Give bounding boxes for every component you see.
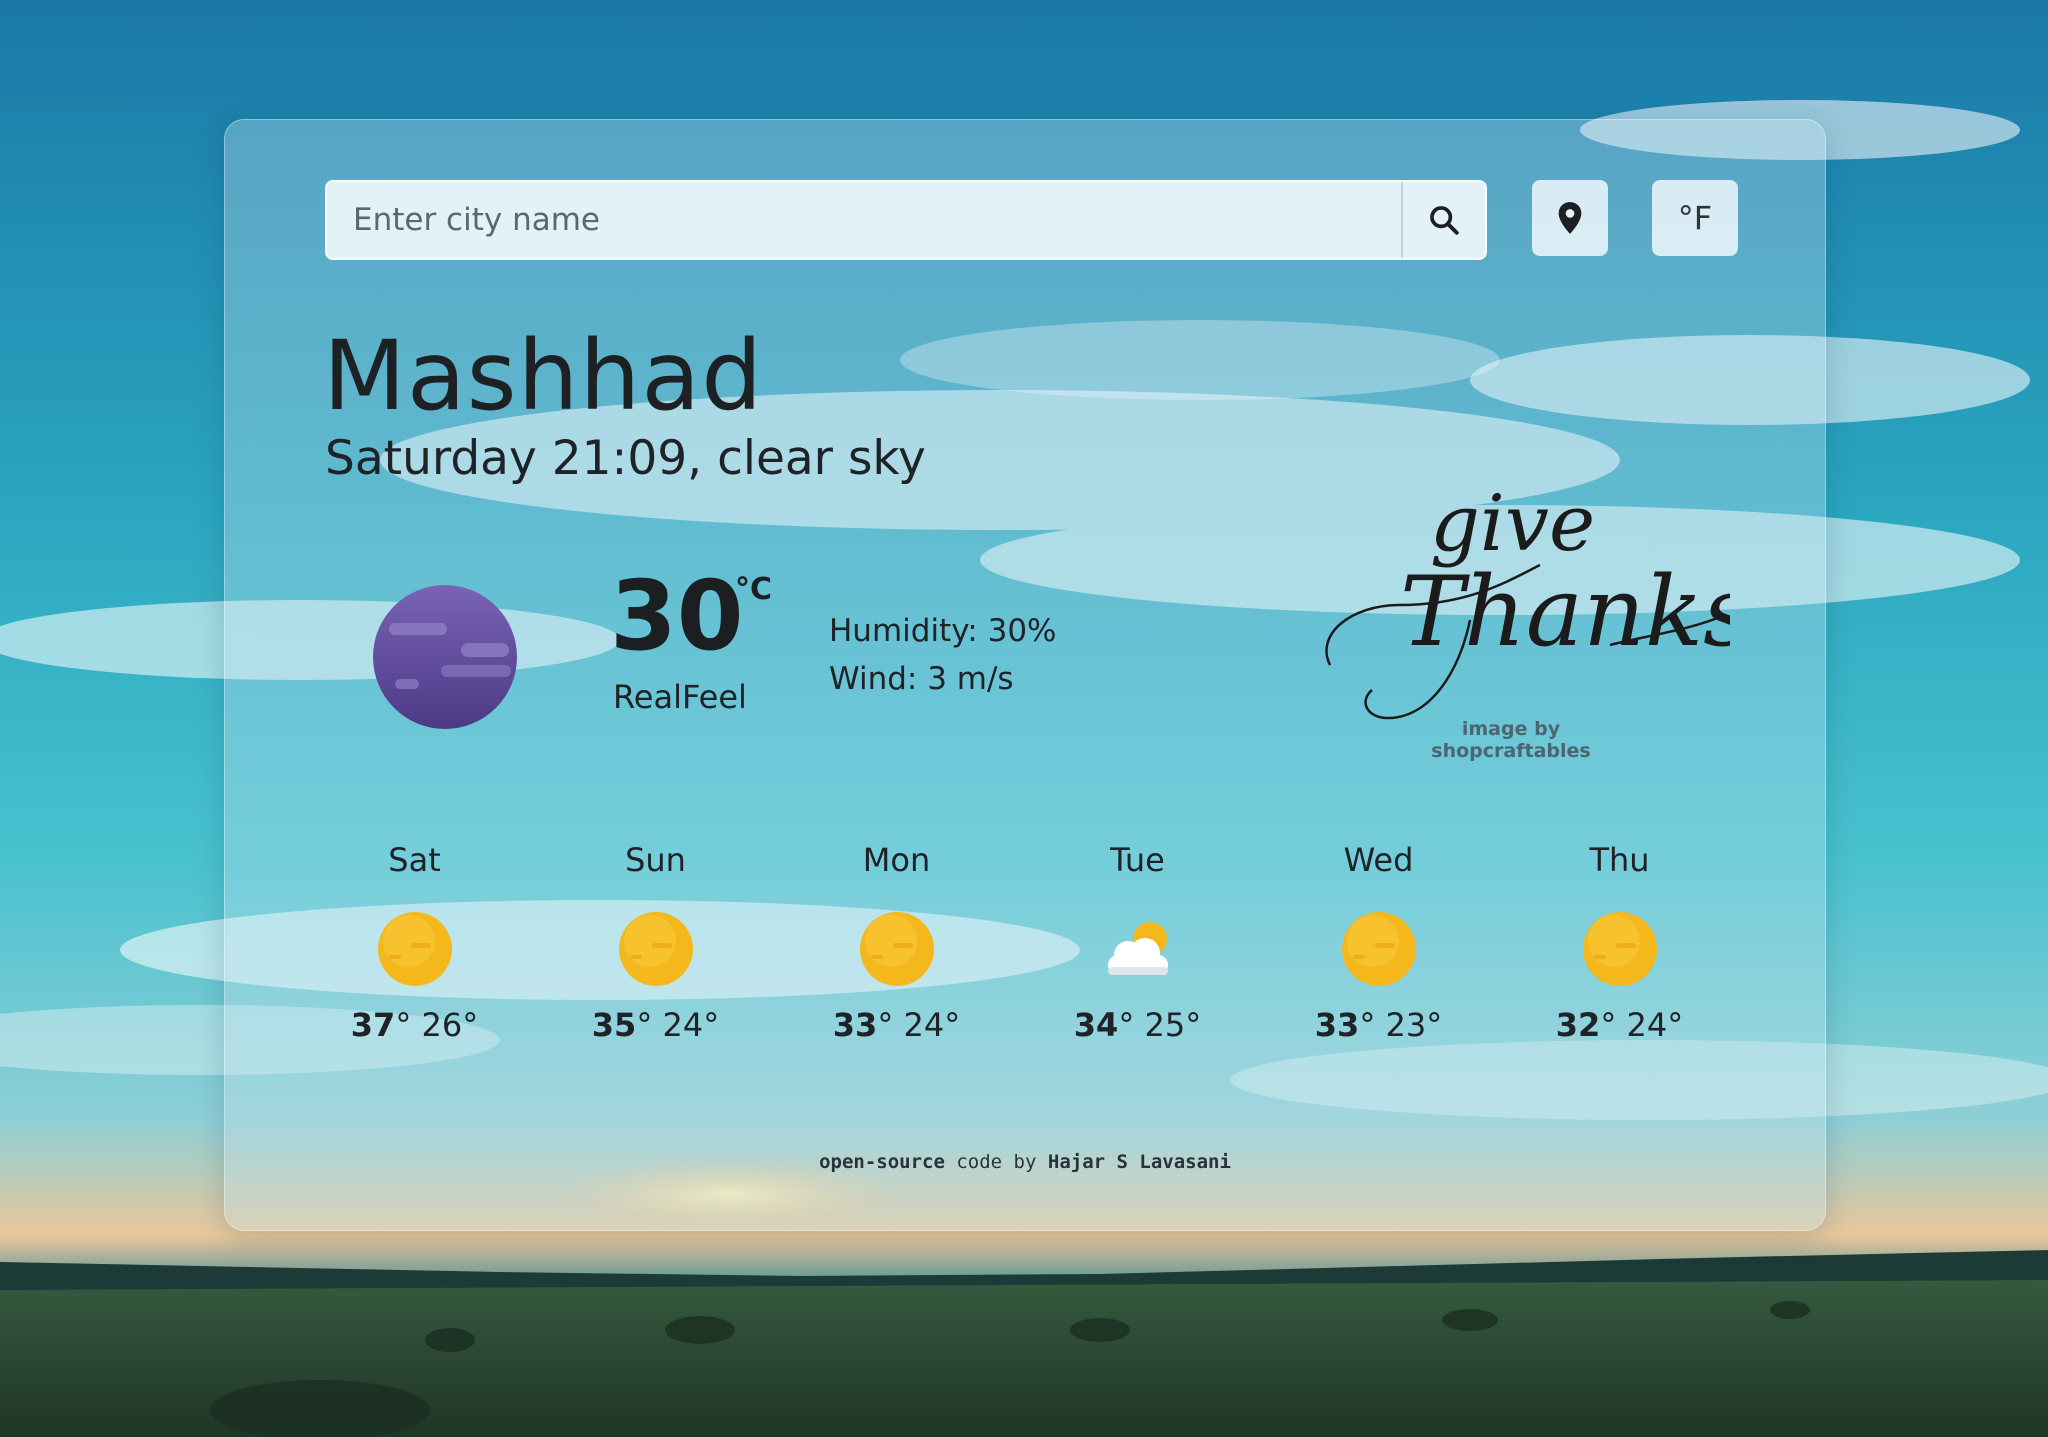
realfeel-label: RealFeel — [613, 678, 747, 716]
current-location-button[interactable] — [1532, 180, 1608, 256]
forecast-temps: 33° 24° — [832, 1006, 961, 1044]
forecast-day-name: Mon — [862, 841, 931, 879]
humidity-text: Humidity: 30% — [829, 613, 1057, 649]
footer-open-source-link[interactable]: open-source — [819, 1151, 945, 1173]
forecast-high: 34 — [1073, 1006, 1119, 1044]
forecast-high: 37 — [350, 1006, 396, 1044]
search-icon — [1430, 206, 1459, 235]
weather-stats: Humidity: 30% Wind: 3 m/s — [829, 607, 1057, 703]
search-bar — [325, 180, 1487, 260]
forecast-day: Thu 32° 24° — [1499, 840, 1740, 1044]
footer-credit: open-source code by Hajar S Lavasani — [225, 1151, 1825, 1173]
forecast-temps: 35° 24° — [591, 1006, 720, 1044]
footer-author-link[interactable]: Hajar S Lavasani — [1048, 1151, 1231, 1173]
forecast-temps: 32° 24° — [1555, 1006, 1684, 1044]
current-temperature: 30 °C — [610, 568, 772, 664]
sun-icon — [618, 912, 693, 986]
map-pin-icon — [1558, 202, 1582, 234]
search-button[interactable] — [1401, 182, 1485, 258]
sun-icon — [859, 912, 934, 986]
forecast-high: 35 — [591, 1006, 637, 1044]
forecast-day: Wed 33° 23° — [1258, 840, 1499, 1044]
forecast-high: 33 — [1314, 1006, 1360, 1044]
forecast-day: Mon 33° 24° — [776, 840, 1017, 1044]
forecast-low: 23° — [1385, 1006, 1443, 1044]
partly-cloudy-icon — [1107, 922, 1168, 975]
forecast-low: 24° — [903, 1006, 961, 1044]
script-line-thanks: Thanks — [1400, 556, 1730, 668]
sun-icon — [1341, 912, 1416, 986]
temperature-value: 30 — [610, 560, 744, 672]
forecast-low: 24° — [1626, 1006, 1684, 1044]
forecast-temps: 37° 26° — [350, 1006, 479, 1044]
forecast-high: 32 — [1555, 1006, 1601, 1044]
forecast-temps: 34° 25° — [1073, 1006, 1202, 1044]
forecast-high: 33 — [832, 1006, 878, 1044]
wind-text: Wind: 3 m/s — [829, 661, 1014, 697]
moon-night-icon — [373, 585, 517, 729]
forecast-day-name: Sun — [625, 841, 686, 879]
forecast-day-name: Tue — [1110, 841, 1165, 879]
weather-card: °F Mashhad Saturday 21:09, clear sky 30 … — [224, 119, 1826, 1231]
forecast-day: Sat 37° 26° — [294, 840, 535, 1044]
city-search-input[interactable] — [327, 182, 1401, 258]
image-credit: image by shopcraftables — [1431, 718, 1591, 762]
forecast-day: Tue 34° 25° — [1017, 840, 1258, 1044]
footer-middle-text: code by — [944, 1151, 1048, 1173]
city-name: Mashhad — [323, 320, 764, 432]
forecast-day: Sun 35° 24° — [535, 840, 776, 1044]
unit-toggle-button[interactable]: °F — [1652, 180, 1738, 256]
forecast-low: 26° — [421, 1006, 479, 1044]
forecast-day-name: Thu — [1589, 841, 1650, 879]
date-time-condition: Saturday 21:09, clear sky — [325, 431, 926, 486]
forecast-day-name: Wed — [1343, 841, 1414, 879]
sun-icon — [1582, 912, 1657, 986]
forecast-day-name: Sat — [388, 841, 441, 879]
temperature-unit: °C — [735, 572, 773, 607]
forecast-low: 24° — [662, 1006, 720, 1044]
sun-icon — [377, 912, 452, 986]
forecast-temps: 33° 23° — [1314, 1006, 1443, 1044]
forecast-low: 25° — [1144, 1006, 1202, 1044]
forecast-row: Sat 37° 26° Sun 35° 24° Mon 33° 24° Tue … — [294, 840, 1742, 1044]
